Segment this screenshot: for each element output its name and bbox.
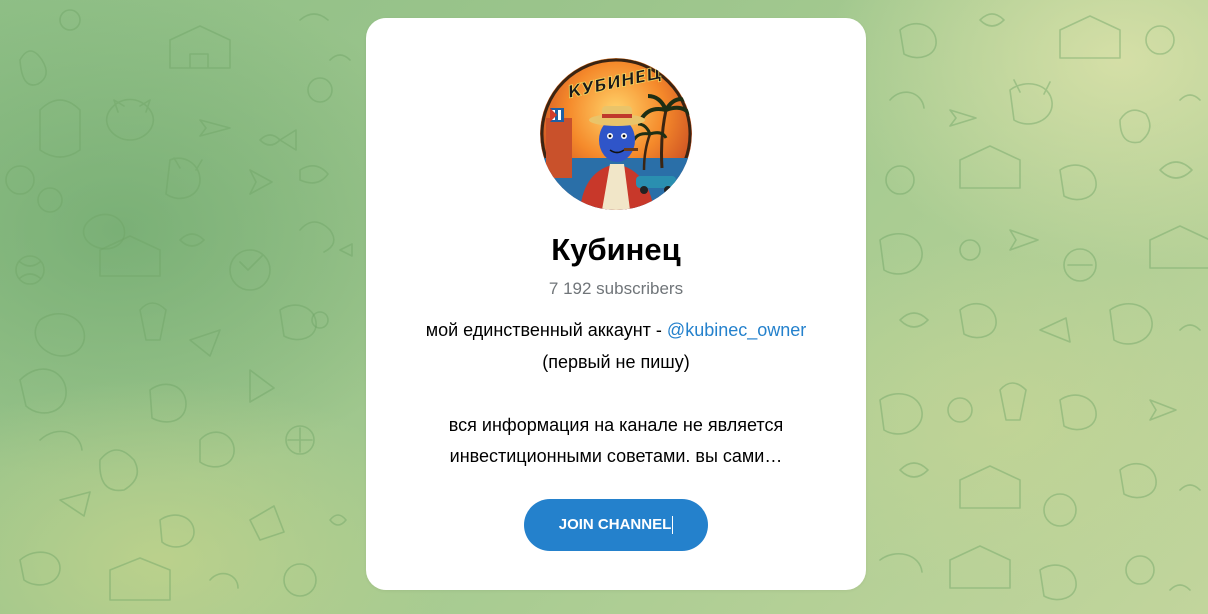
- text-cursor: [672, 516, 674, 535]
- subscriber-count: 7 192 subscribers: [548, 279, 684, 298]
- owner-account-link[interactable]: @kubinec_owner: [667, 320, 806, 340]
- channel-title: Кубинец: [551, 232, 681, 267]
- description-line-2: (первый не пишу): [542, 351, 690, 372]
- avatar-image: КУБИНЕЦ: [540, 58, 692, 210]
- description-spacer: [386, 378, 846, 410]
- channel-avatar: КУБИНЕЦ: [540, 58, 692, 210]
- join-channel-button[interactable]: JOIN CHANNEL: [524, 499, 708, 551]
- description-text: мой единственный аккаунт -: [425, 320, 667, 340]
- channel-description: мой единственный аккаунт - @kubinec_owne…: [386, 315, 846, 473]
- description-line-4: инвестиционными советами. вы сами…: [449, 446, 783, 466]
- description-line-1: мой единственный аккаунт - @kubinec_owne…: [386, 315, 846, 347]
- description-line-3: вся информация на канале не является: [448, 414, 784, 435]
- channel-card: КУБИНЕЦ Кубинец 7 192 subscribers мой ед…: [366, 18, 866, 590]
- join-channel-label: JOIN CHANNEL: [558, 516, 672, 533]
